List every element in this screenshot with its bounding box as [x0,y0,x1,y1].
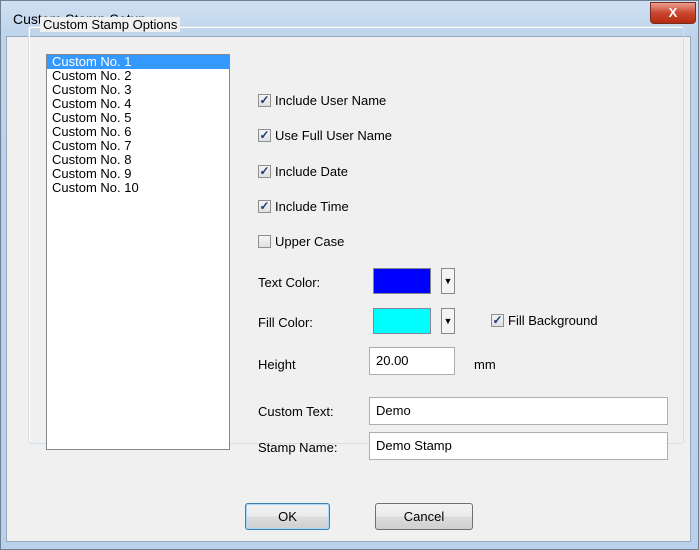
checkbox-icon: ✓ [491,313,504,328]
cancel-button[interactable]: Cancel [375,503,473,530]
list-item[interactable]: Custom No. 3 [47,83,229,97]
ok-button[interactable]: OK [245,503,330,530]
list-item[interactable]: Custom No. 1 [47,55,229,69]
list-item[interactable]: Custom No. 4 [47,97,229,111]
list-item[interactable]: Custom No. 9 [47,167,229,181]
list-item[interactable]: Custom No. 8 [47,153,229,167]
fill-background-checkbox[interactable]: ✓ Fill Background [491,312,598,330]
checkbox-label: Upper Case [275,234,345,249]
checkbox-icon: ✓ [258,164,271,179]
text-color-dropdown-icon[interactable]: ▼ [441,268,455,294]
checkbox-label: Fill Background [508,313,598,328]
list-item[interactable]: Custom No. 7 [47,139,229,153]
custom-text-label: Custom Text: [258,404,334,419]
height-unit-label: mm [474,357,496,372]
upper-case-checkbox[interactable]: Upper Case [258,233,344,251]
text-color-label: Text Color: [258,275,321,290]
checkbox-label: Use Full User Name [275,128,393,143]
include-user-name-checkbox[interactable]: ✓ Include User Name [258,92,386,110]
height-label: Height [258,357,296,372]
list-item[interactable]: Custom No. 10 [47,181,229,195]
checkbox-icon: ✓ [258,93,271,108]
fill-color-dropdown-icon[interactable]: ▼ [441,308,455,334]
checkbox-label: Include Date [275,164,348,179]
close-button[interactable]: X [650,2,696,24]
checkbox-label: Include Time [275,199,349,214]
text-color-swatch[interactable] [373,268,431,294]
checkbox-icon [258,235,271,249]
height-input[interactable]: 20.00 [369,347,455,375]
fill-color-swatch[interactable] [373,308,431,334]
include-date-checkbox[interactable]: ✓ Include Date [258,163,348,181]
custom-stamp-list[interactable]: Custom No. 1 Custom No. 2 Custom No. 3 Cust… [46,54,230,450]
use-full-user-name-checkbox[interactable]: ✓ Use Full User Name [258,127,392,145]
group-label: Custom Stamp Options [40,17,181,32]
stamp-name-input[interactable]: Demo Stamp [369,432,668,460]
checkbox-icon: ✓ [258,128,271,143]
list-item[interactable]: Custom No. 2 [47,69,229,83]
checkbox-label: Include User Name [275,93,387,108]
list-item[interactable]: Custom No. 5 [47,111,229,125]
list-item[interactable]: Custom No. 6 [47,125,229,139]
stamp-name-label: Stamp Name: [258,440,338,455]
custom-text-input[interactable]: Demo [369,397,668,425]
checkbox-icon: ✓ [258,199,271,214]
include-time-checkbox[interactable]: ✓ Include Time [258,198,349,216]
fill-color-label: Fill Color: [258,315,313,330]
